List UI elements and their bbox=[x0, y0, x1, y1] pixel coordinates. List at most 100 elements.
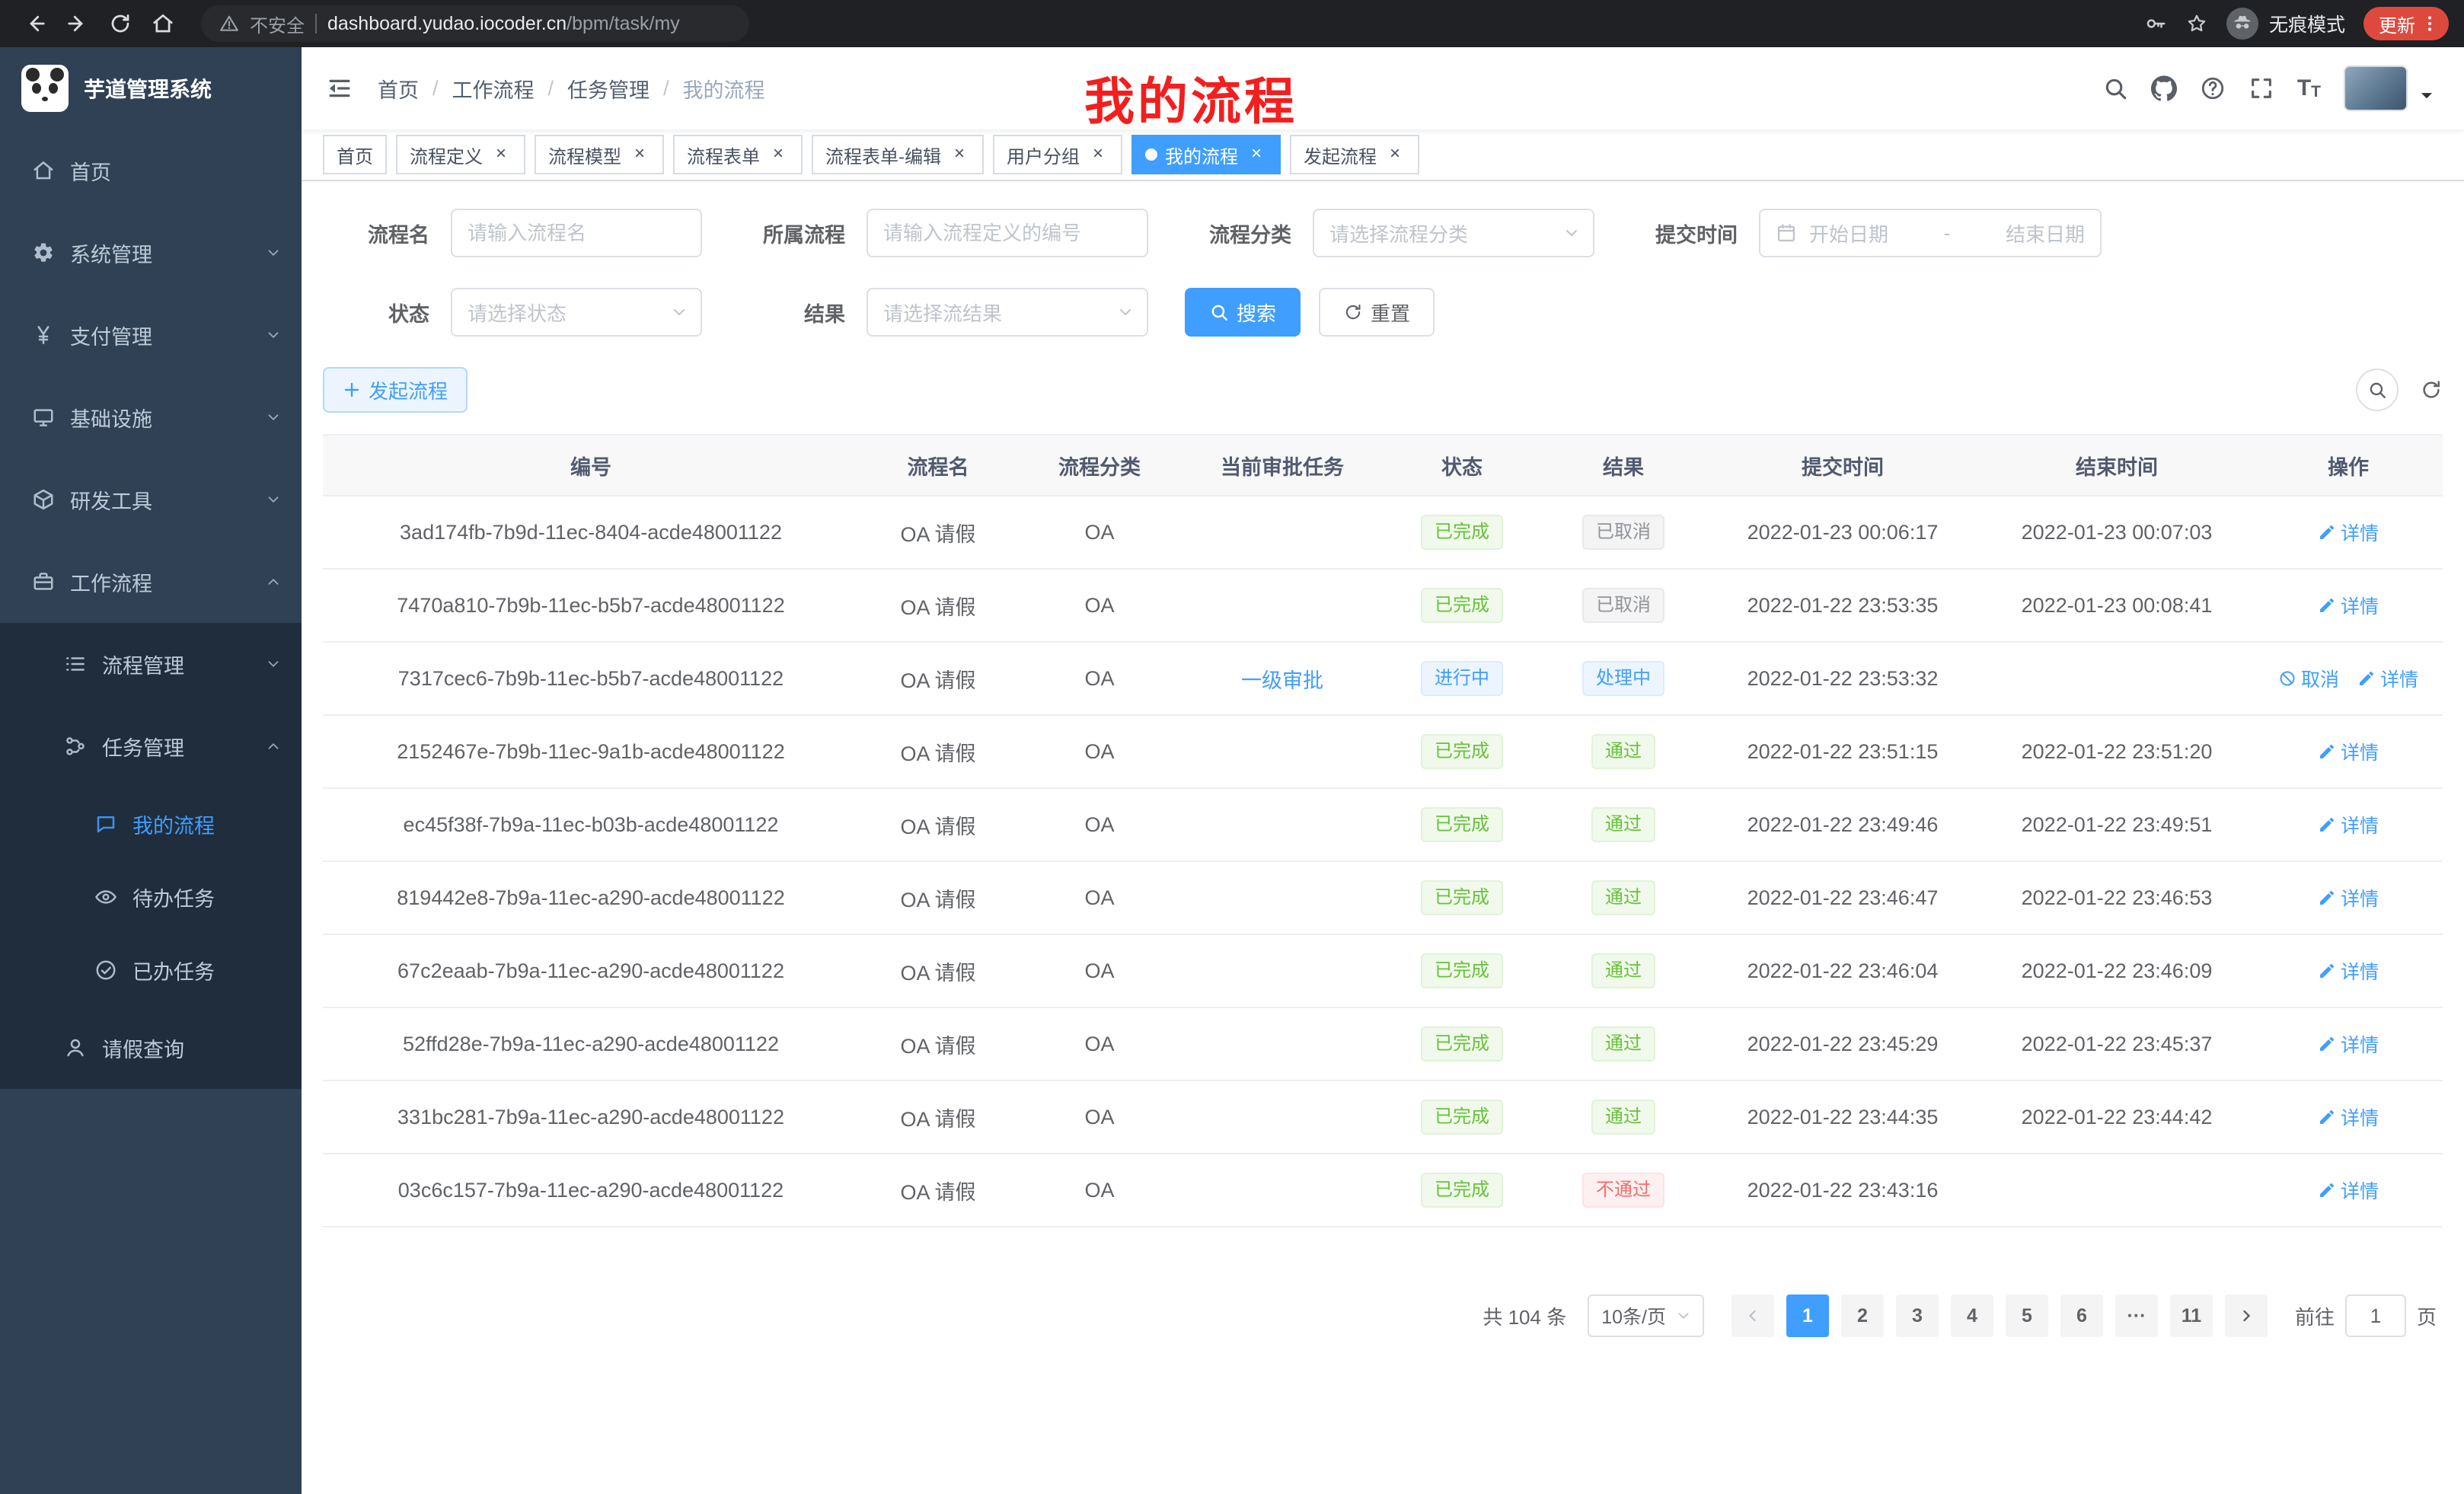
search-button[interactable]: 搜索 bbox=[1185, 288, 1301, 337]
tab-流程表单[interactable]: 流程表单× bbox=[673, 135, 803, 174]
detail-link[interactable]: 详情 bbox=[2318, 957, 2379, 985]
detail-link[interactable]: 详情 bbox=[2318, 811, 2379, 838]
toggle-search-button[interactable] bbox=[2356, 369, 2399, 411]
detail-link[interactable]: 详情 bbox=[2318, 1030, 2379, 1058]
page-button-6[interactable]: 6 bbox=[2060, 1294, 2103, 1337]
create-process-button[interactable]: 发起流程 bbox=[323, 367, 468, 413]
sidebar-toggle-button[interactable] bbox=[326, 75, 353, 102]
sidebar-item-devtools[interactable]: 研发工具 bbox=[0, 458, 302, 541]
bookmark-star-icon[interactable] bbox=[2185, 12, 2208, 35]
filter-row-2: 状态 请选择状态 结果 请选择流结果 bbox=[323, 288, 2443, 337]
page-button-4[interactable]: 4 bbox=[1951, 1294, 1993, 1337]
home-button[interactable] bbox=[143, 5, 183, 42]
sidebar-item-process-mgmt[interactable]: 流程管理 bbox=[0, 623, 302, 705]
close-icon[interactable]: × bbox=[1246, 144, 1267, 165]
address-bar[interactable]: 不安全 dashboard.yudao.iocoder.cn/bpm/task/… bbox=[201, 5, 749, 42]
page-button-1[interactable]: 1 bbox=[1786, 1294, 1829, 1337]
process-name-input[interactable] bbox=[451, 209, 702, 257]
key-icon[interactable] bbox=[2144, 12, 2167, 35]
sidebar-item-my-process[interactable]: 我的流程 bbox=[0, 787, 302, 860]
date-range-picker[interactable]: 开始日期 - 结束日期 bbox=[1759, 209, 2102, 257]
page-button-3[interactable]: 3 bbox=[1896, 1294, 1939, 1337]
goto-page-input[interactable] bbox=[2345, 1294, 2406, 1337]
address-divider bbox=[315, 14, 317, 34]
tab-流程定义[interactable]: 流程定义× bbox=[396, 135, 525, 174]
cell-end-time bbox=[1980, 642, 2254, 715]
page-button-11[interactable]: 11 bbox=[2170, 1294, 2213, 1337]
logo-link[interactable]: 芋道管理系统 bbox=[0, 47, 302, 129]
sidebar-item-task-mgmt[interactable]: 任务管理 bbox=[0, 705, 302, 787]
cancel-link[interactable]: 取消 bbox=[2278, 665, 2339, 692]
detail-link[interactable]: 详情 bbox=[2318, 592, 2379, 619]
tab-首页[interactable]: 首页 bbox=[323, 135, 387, 174]
search-icon[interactable] bbox=[2102, 75, 2128, 101]
cell-status: 已完成 bbox=[1383, 788, 1541, 861]
fullscreen-icon[interactable] bbox=[2249, 75, 2274, 101]
sidebar-item-leave-query[interactable]: 请假查询 bbox=[0, 1007, 302, 1089]
close-icon[interactable]: × bbox=[1384, 144, 1406, 165]
update-label: 更新 bbox=[2379, 11, 2415, 37]
back-button[interactable] bbox=[15, 5, 55, 42]
font-size-icon[interactable]: TT bbox=[2297, 77, 2321, 100]
reload-button[interactable] bbox=[101, 5, 140, 42]
tab-流程表单-编辑[interactable]: 流程表单-编辑× bbox=[812, 135, 984, 174]
sidebar-item-system[interactable]: 系统管理 bbox=[0, 212, 302, 294]
cell-current-task bbox=[1182, 861, 1383, 934]
cell-actions: 详情 bbox=[2254, 1007, 2443, 1081]
detail-link[interactable]: 详情 bbox=[2318, 738, 2379, 765]
close-icon[interactable]: × bbox=[490, 144, 512, 165]
detail-link[interactable]: 详情 bbox=[2318, 1103, 2379, 1131]
result-badge: 已取消 bbox=[1582, 588, 1664, 623]
sidebar-item-payment[interactable]: 支付管理 bbox=[0, 294, 302, 376]
incognito-indicator: 无痕模式 bbox=[2226, 8, 2345, 40]
detail-link[interactable]: 详情 bbox=[2318, 1176, 2379, 1204]
github-icon[interactable] bbox=[2151, 75, 2177, 101]
close-icon[interactable]: × bbox=[1087, 144, 1109, 165]
tab-发起流程[interactable]: 发起流程× bbox=[1290, 135, 1419, 174]
browser-update-button[interactable]: 更新 bbox=[2363, 7, 2449, 40]
edit-icon bbox=[2318, 816, 2336, 834]
chevron-down-icon bbox=[1116, 303, 1135, 321]
prev-page-button[interactable] bbox=[1732, 1294, 1774, 1337]
category-select[interactable]: 请选择流程分类 bbox=[1313, 209, 1594, 257]
table-row: 331bc281-7b9a-11ec-a290-acde48001122OA 请… bbox=[323, 1081, 2443, 1154]
detail-link[interactable]: 详情 bbox=[2318, 884, 2379, 911]
cell-category: OA bbox=[1017, 1081, 1182, 1154]
more-pages-button[interactable]: ··· bbox=[2115, 1294, 2158, 1337]
cell-process-name: OA 请假 bbox=[859, 934, 1017, 1007]
page-size-select[interactable]: 10条/页 bbox=[1588, 1294, 1704, 1337]
user-avatar-menu[interactable] bbox=[2344, 65, 2440, 111]
refresh-table-button[interactable] bbox=[2420, 378, 2443, 401]
sidebar-item-infrastructure[interactable]: 基础设施 bbox=[0, 376, 302, 458]
sidebar-item-done-tasks[interactable]: 已办任务 bbox=[0, 934, 302, 1007]
breadcrumb-item[interactable]: 任务管理 bbox=[567, 74, 650, 104]
sidebar-item-todo-tasks[interactable]: 待办任务 bbox=[0, 860, 302, 934]
page-button-2[interactable]: 2 bbox=[1841, 1294, 1884, 1337]
process-definition-input[interactable] bbox=[867, 209, 1148, 257]
house-icon bbox=[152, 12, 174, 35]
help-icon[interactable] bbox=[2200, 75, 2226, 101]
sidebar-item-workflow[interactable]: 工作流程 bbox=[0, 541, 302, 623]
close-icon[interactable]: × bbox=[768, 144, 789, 165]
forward-button[interactable] bbox=[58, 5, 97, 42]
status-select[interactable]: 请选择状态 bbox=[451, 288, 702, 337]
reset-button[interactable]: 重置 bbox=[1319, 288, 1435, 337]
current-task-link[interactable]: 一级审批 bbox=[1241, 669, 1323, 692]
tab-流程模型[interactable]: 流程模型× bbox=[535, 135, 664, 174]
detail-link[interactable]: 详情 bbox=[2318, 519, 2379, 546]
next-page-button[interactable] bbox=[2225, 1294, 2268, 1337]
gear-icon bbox=[32, 241, 55, 264]
detail-link[interactable]: 详情 bbox=[2357, 665, 2418, 692]
cell-result: 不通过 bbox=[1541, 1154, 1706, 1227]
cell-status: 已完成 bbox=[1383, 569, 1541, 642]
page-button-5[interactable]: 5 bbox=[2006, 1294, 2048, 1337]
filter-process-name: 流程名 bbox=[323, 209, 702, 257]
close-icon[interactable]: × bbox=[629, 144, 650, 165]
tab-用户分组[interactable]: 用户分组× bbox=[993, 135, 1122, 174]
breadcrumb-item[interactable]: 工作流程 bbox=[452, 74, 535, 104]
tab-我的流程[interactable]: 我的流程× bbox=[1131, 135, 1281, 174]
sidebar-item-home[interactable]: 首页 bbox=[0, 129, 302, 212]
result-select[interactable]: 请选择流结果 bbox=[867, 288, 1148, 337]
breadcrumb-item[interactable]: 首页 bbox=[378, 74, 419, 104]
close-icon[interactable]: × bbox=[949, 144, 970, 165]
